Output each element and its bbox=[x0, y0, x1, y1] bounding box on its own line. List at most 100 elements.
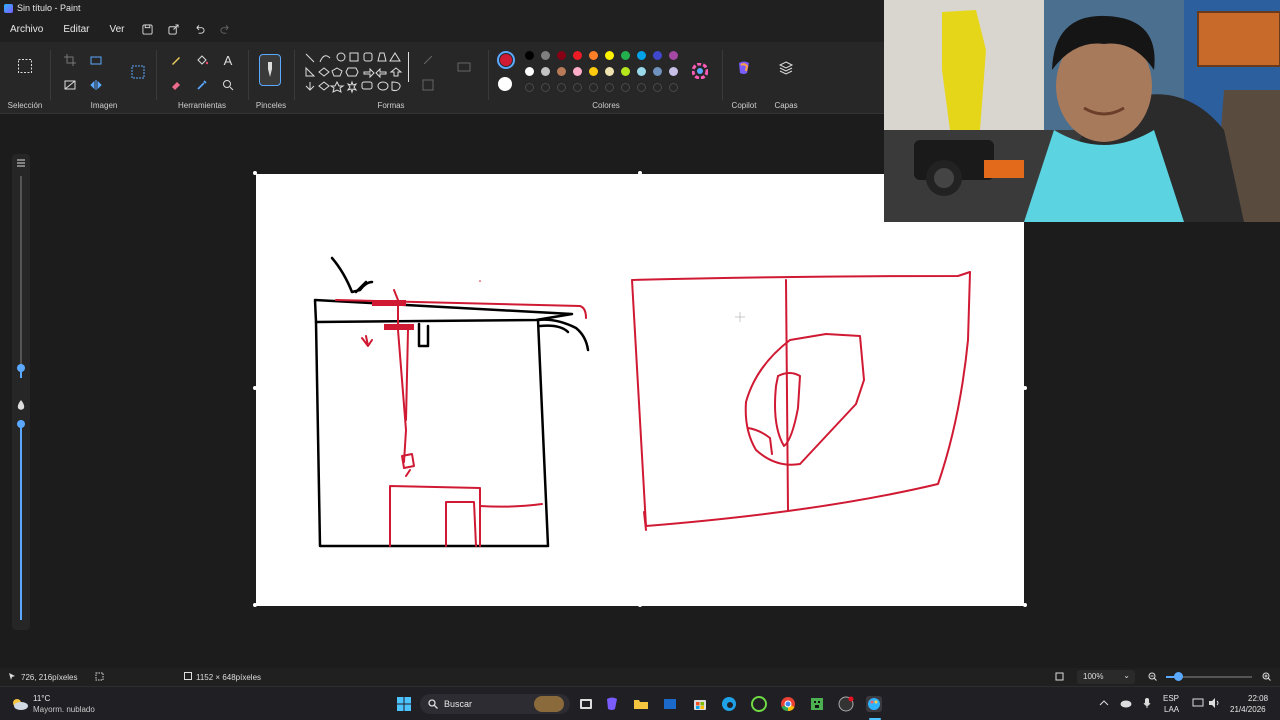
group-label-imagen: Imagen bbox=[90, 101, 118, 110]
zoom-select[interactable]: 100% ⌄ bbox=[1077, 670, 1135, 684]
text-tool-icon[interactable]: A bbox=[218, 50, 238, 70]
custom-color-slot[interactable] bbox=[525, 83, 534, 92]
palette-color-swatch[interactable] bbox=[573, 67, 582, 76]
selection-icon[interactable] bbox=[15, 56, 35, 76]
fill-icon[interactable] bbox=[192, 50, 212, 70]
search-box[interactable]: Buscar bbox=[420, 694, 570, 714]
mic-icon[interactable] bbox=[1143, 697, 1151, 711]
custom-color-slot[interactable] bbox=[621, 83, 630, 92]
outline-icon[interactable] bbox=[418, 50, 438, 70]
palette-color-swatch[interactable] bbox=[669, 51, 678, 60]
image-select-icon[interactable] bbox=[128, 62, 148, 82]
file-explorer-icon[interactable] bbox=[633, 696, 649, 712]
chrome-icon[interactable] bbox=[780, 696, 796, 712]
palette-color-swatch[interactable] bbox=[525, 67, 534, 76]
layers-icon[interactable] bbox=[776, 58, 796, 78]
edge-icon[interactable] bbox=[721, 696, 737, 712]
copilot-taskbar-icon[interactable] bbox=[604, 696, 620, 712]
crop-icon[interactable] bbox=[60, 50, 80, 70]
task-view-icon[interactable] bbox=[578, 696, 594, 712]
onedrive-icon[interactable] bbox=[1120, 698, 1132, 710]
image-remove-bg-icon[interactable] bbox=[60, 75, 80, 95]
upwork-icon[interactable] bbox=[751, 696, 767, 712]
custom-color-slot[interactable] bbox=[573, 83, 582, 92]
group-label-capas: Capas bbox=[774, 101, 798, 110]
palette-color-swatch[interactable] bbox=[621, 51, 630, 60]
palette-color-swatch[interactable] bbox=[653, 51, 662, 60]
resize-icon[interactable] bbox=[86, 50, 106, 70]
opacity-slider-thumb[interactable] bbox=[17, 420, 25, 428]
palette-color-swatch[interactable] bbox=[525, 51, 534, 60]
paint-app-icon bbox=[4, 3, 13, 13]
undo-icon[interactable] bbox=[187, 18, 213, 40]
palette-color-swatch[interactable] bbox=[589, 51, 598, 60]
drawing-canvas[interactable] bbox=[256, 174, 1024, 606]
menu-editar[interactable]: Editar bbox=[53, 24, 99, 35]
redo-icon[interactable] bbox=[213, 18, 239, 40]
palette-color-swatch[interactable] bbox=[669, 67, 678, 76]
secondary-color[interactable] bbox=[498, 77, 512, 91]
zoom-in-icon[interactable] bbox=[1262, 672, 1271, 683]
custom-color-slot[interactable] bbox=[605, 83, 614, 92]
lang-primary[interactable]: ESP bbox=[1163, 694, 1179, 703]
weather-desc: Mayorm. nublado bbox=[33, 705, 95, 714]
palette-color-swatch[interactable] bbox=[557, 67, 566, 76]
size-slider-thumb[interactable] bbox=[17, 364, 25, 372]
zoom-out-icon[interactable] bbox=[1148, 672, 1157, 683]
palette-color-swatch[interactable] bbox=[573, 51, 582, 60]
clock-date[interactable]: 21/4/2026 bbox=[1230, 705, 1266, 714]
palette-color-swatch[interactable] bbox=[637, 67, 646, 76]
search-icon bbox=[428, 699, 438, 709]
shapes-gallery-icon[interactable] bbox=[304, 50, 414, 98]
save-icon[interactable] bbox=[135, 18, 161, 40]
custom-color-slot[interactable] bbox=[637, 83, 646, 92]
webcam-overlay bbox=[884, 0, 1280, 222]
palette-color-swatch[interactable] bbox=[589, 67, 598, 76]
canvas-size-icon bbox=[184, 672, 192, 682]
volume-icon[interactable] bbox=[1208, 698, 1220, 710]
custom-color-slot[interactable] bbox=[589, 83, 598, 92]
obs-icon[interactable] bbox=[838, 696, 854, 712]
custom-color-slot[interactable] bbox=[653, 83, 662, 92]
clock-time[interactable]: 22:08 bbox=[1248, 694, 1268, 703]
minecraft-icon[interactable] bbox=[809, 696, 825, 712]
menu-ver[interactable]: Ver bbox=[99, 24, 134, 35]
copilot-icon[interactable] bbox=[734, 58, 754, 78]
menu-archivo[interactable]: Archivo bbox=[0, 24, 53, 35]
eraser-icon[interactable] bbox=[166, 75, 186, 95]
chevron-up-icon[interactable] bbox=[1099, 699, 1109, 709]
palette-color-swatch[interactable] bbox=[605, 51, 614, 60]
custom-color-slot[interactable] bbox=[669, 83, 678, 92]
flip-icon[interactable] bbox=[86, 75, 106, 95]
color-picker-icon[interactable] bbox=[192, 75, 212, 95]
primary-color[interactable] bbox=[497, 51, 515, 69]
magnifier-icon[interactable] bbox=[218, 75, 238, 95]
lang-secondary[interactable]: LAA bbox=[1164, 705, 1179, 714]
palette-color-swatch[interactable] bbox=[621, 67, 630, 76]
group-capas: Capas bbox=[766, 42, 806, 114]
weather-icon[interactable] bbox=[10, 697, 28, 713]
fill-shape-icon[interactable] bbox=[454, 57, 474, 77]
palette-color-swatch[interactable] bbox=[637, 51, 646, 60]
share-icon[interactable] bbox=[161, 18, 187, 40]
pencil-icon[interactable] bbox=[166, 50, 186, 70]
zoom-slider-thumb[interactable] bbox=[1174, 672, 1183, 681]
palette-color-swatch[interactable] bbox=[541, 51, 550, 60]
palette-color-swatch[interactable] bbox=[605, 67, 614, 76]
palette-color-swatch[interactable] bbox=[557, 51, 566, 60]
shape-fill-icon[interactable] bbox=[418, 75, 438, 95]
outlook-icon[interactable] bbox=[662, 696, 678, 712]
palette-color-swatch[interactable] bbox=[653, 67, 662, 76]
paint-taskbar-icon[interactable] bbox=[866, 696, 882, 712]
group-label-seleccion: Selección bbox=[7, 101, 43, 110]
network-icon[interactable] bbox=[1192, 698, 1204, 710]
group-label-colores: Colores bbox=[592, 101, 620, 110]
store-icon[interactable] bbox=[692, 696, 708, 712]
palette-color-swatch[interactable] bbox=[541, 67, 550, 76]
brush-icon[interactable] bbox=[259, 54, 281, 86]
windows-start-icon[interactable] bbox=[396, 696, 412, 712]
custom-color-slot[interactable] bbox=[541, 83, 550, 92]
custom-color-slot[interactable] bbox=[557, 83, 566, 92]
edit-colors-icon[interactable] bbox=[690, 61, 710, 81]
fit-to-window-icon[interactable] bbox=[1055, 672, 1064, 683]
